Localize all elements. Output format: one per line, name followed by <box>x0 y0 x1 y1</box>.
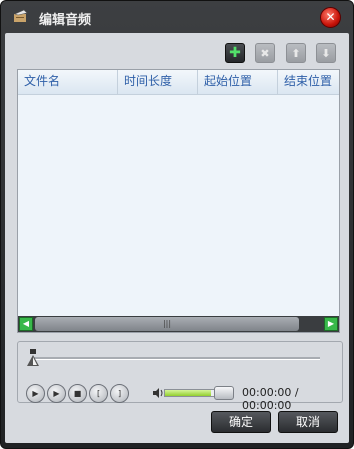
cancel-button[interactable]: 取消 <box>278 411 338 433</box>
play-selection-icon: ▶ <box>53 389 60 398</box>
arrow-up-icon: ⬆ <box>291 47 301 60</box>
scrollbar-thumb[interactable]: ||| <box>35 317 299 331</box>
play-segment-button[interactable]: ▶ <box>47 384 66 403</box>
play-button[interactable]: ▶ <box>26 384 45 403</box>
seek-bar[interactable] <box>34 357 320 360</box>
plus-icon: ✚ <box>229 45 241 61</box>
bracket-left-icon: [ <box>96 389 101 398</box>
stop-button[interactable]: ■ <box>68 384 87 403</box>
list-header: 文件名 时间长度 起始位置 结束位置 <box>18 70 339 95</box>
play-icon: ▶ <box>32 389 39 398</box>
volume-thumb[interactable] <box>214 386 234 400</box>
move-down-button[interactable]: ⬇ <box>316 43 336 63</box>
stop-icon: ■ <box>73 389 82 398</box>
grip-icon: ||| <box>162 319 172 328</box>
volume-fill <box>165 390 212 396</box>
close-icon: ✕ <box>325 10 336 24</box>
player-panel: ▶ ▶ ■ [ ] 00:00:00 / 00:00:00 <box>17 341 343 412</box>
audio-file-list[interactable]: 文件名 时间长度 起始位置 结束位置 ◀ ||| ▶ <box>17 69 340 333</box>
scroll-left-button[interactable]: ◀ <box>19 317 33 331</box>
x-icon: ✖ <box>260 47 270 60</box>
column-header-start[interactable]: 起始位置 <box>198 70 278 94</box>
arrow-right-icon: ▶ <box>327 319 335 328</box>
move-up-button[interactable]: ⬆ <box>286 43 306 63</box>
dialog-body: ✚ ✖ ⬆ ⬇ 文件名 时间长度 起始位置 结束位置 ◀ ||| ▶ ▶ ▶ ■… <box>5 33 349 443</box>
set-start-button[interactable]: [ <box>89 384 108 403</box>
speaker-icon <box>153 388 163 398</box>
set-end-button[interactable]: ] <box>110 384 129 403</box>
time-display: 00:00:00 / 00:00:00 <box>242 386 299 412</box>
edit-audio-dialog: 编辑音频 ✕ ✚ ✖ ⬆ ⬇ 文件名 时间长度 起始位置 结束位置 ◀ ||| … <box>0 0 354 449</box>
arrow-down-icon: ⬇ <box>321 47 331 60</box>
remove-file-button[interactable]: ✖ <box>255 43 275 63</box>
bracket-right-icon: ] <box>117 389 122 398</box>
seek-handle[interactable] <box>27 349 39 367</box>
ok-button[interactable]: 确定 <box>211 411 271 433</box>
arrow-left-icon: ◀ <box>22 319 30 328</box>
window-title: 编辑音频 <box>39 13 92 28</box>
app-icon <box>14 9 28 22</box>
column-header-duration[interactable]: 时间长度 <box>118 70 198 94</box>
title-bar[interactable]: 编辑音频 ✕ <box>1 1 353 33</box>
column-header-filename[interactable]: 文件名 <box>18 70 118 94</box>
horizontal-scrollbar[interactable]: ◀ ||| ▶ <box>18 316 339 332</box>
close-button[interactable]: ✕ <box>320 7 341 28</box>
add-file-button[interactable]: ✚ <box>225 43 245 63</box>
column-header-end[interactable]: 结束位置 <box>278 70 339 94</box>
scroll-right-button[interactable]: ▶ <box>324 317 338 331</box>
